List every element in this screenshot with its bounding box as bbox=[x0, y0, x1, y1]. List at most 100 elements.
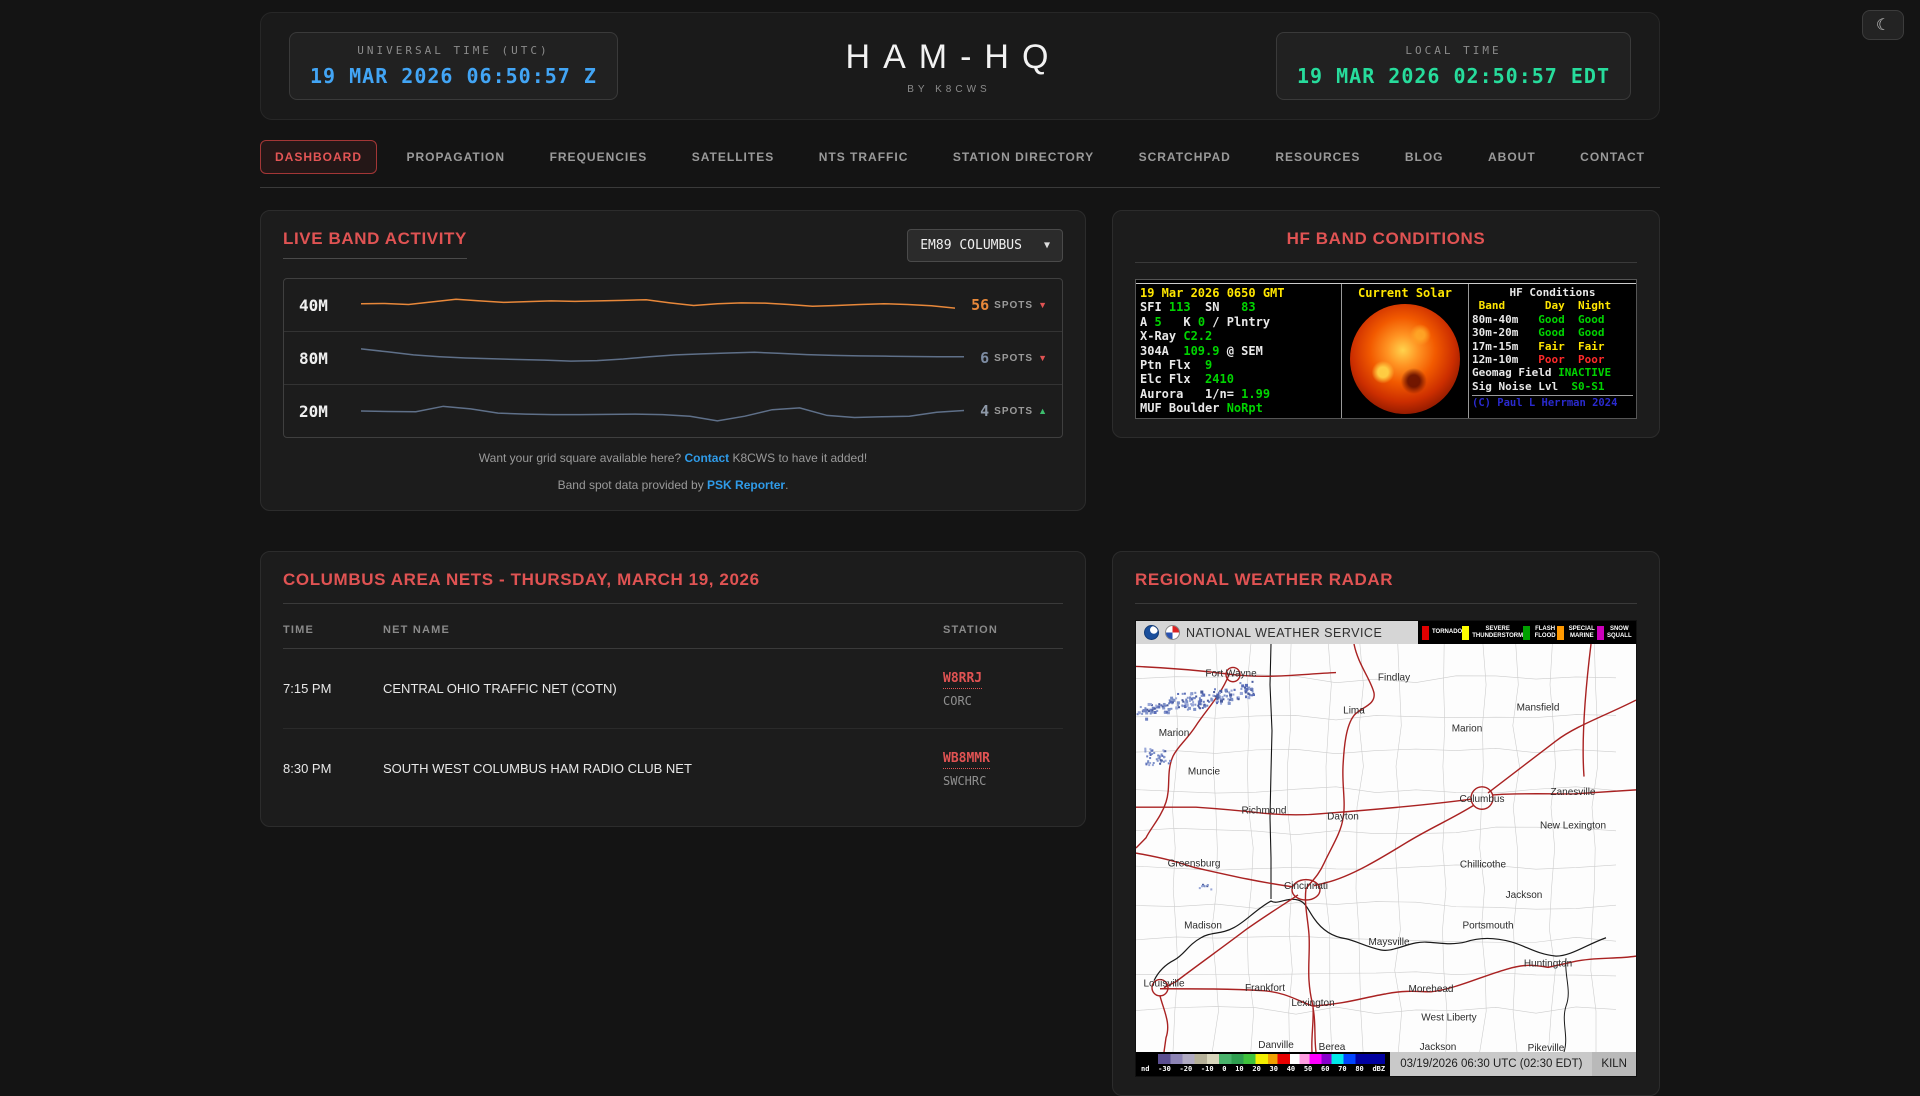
nws-agency-name: NATIONAL WEATHER SERVICE bbox=[1186, 625, 1383, 640]
band-spot-unit: SPOTS bbox=[994, 405, 1034, 417]
hf-band-conditions-panel: HF BAND CONDITIONS 19 Mar 2026 0650 GMT S… bbox=[1112, 210, 1660, 438]
sun-image bbox=[1350, 304, 1460, 415]
band-spot-unit: SPOTS bbox=[994, 299, 1034, 311]
radar-city-label: Marion bbox=[1159, 728, 1190, 739]
hf-conditions-column: HF Conditions Band Day Night 80m-40m Good… bbox=[1469, 284, 1636, 418]
utc-clock-label: UNIVERSAL TIME (UTC) bbox=[357, 44, 550, 57]
band-trend-icon: ▼ bbox=[1038, 353, 1047, 363]
nets-rows: 7:15 PM CENTRAL OHIO TRAFFIC NET (COTN) … bbox=[283, 648, 1063, 809]
nav-item-dashboard[interactable]: DASHBOARD bbox=[260, 140, 377, 174]
nav-item-station-directory[interactable]: STATION DIRECTORY bbox=[938, 140, 1109, 174]
utc-clock: UNIVERSAL TIME (UTC) 19 MAR 2026 06:50:5… bbox=[289, 32, 618, 100]
radar-city-label: Lima bbox=[1343, 705, 1365, 716]
nav-item-scratchpad[interactable]: SCRATCHPAD bbox=[1124, 140, 1246, 174]
nets-col-station: STATION bbox=[943, 608, 1063, 649]
radar-city-label: Berea bbox=[1319, 1042, 1346, 1052]
local-clock: LOCAL TIME 19 MAR 2026 02:50:57 EDT bbox=[1276, 32, 1631, 100]
net-callsign-link[interactable]: WB8MMR bbox=[943, 751, 990, 769]
radar-city-label: Zanesville bbox=[1550, 787, 1595, 798]
band-trend-icon: ▼ bbox=[1038, 300, 1047, 310]
band-row: 40M 56 SPOTS ▼ bbox=[284, 279, 1062, 331]
band-sparkline bbox=[361, 396, 964, 426]
nav-item-about[interactable]: ABOUT bbox=[1473, 140, 1551, 174]
radar-warning-legend: TORNADO SEVERE THUNDERSTORM FLASH FLOOD … bbox=[1418, 621, 1636, 644]
radar-city-label: Madison bbox=[1184, 921, 1222, 932]
band-label: 80M bbox=[299, 348, 328, 368]
band-label: 40M bbox=[299, 295, 328, 315]
net-name: SOUTH WEST COLUMBUS HAM RADIO CLUB NET bbox=[383, 761, 692, 776]
current-solar-column: Current Solar bbox=[1341, 284, 1469, 418]
legend-label: SNOW SQUALL bbox=[1606, 625, 1632, 639]
radar-city-label: Maysville bbox=[1368, 937, 1409, 948]
divider bbox=[1135, 262, 1637, 263]
radar-city-label: Danville bbox=[1258, 1040, 1294, 1051]
radar-city-label: Chillicothe bbox=[1460, 859, 1506, 870]
radar-city-label: West Liberty bbox=[1421, 1012, 1477, 1023]
band-sparkline bbox=[361, 290, 955, 320]
legend-label: TORNADO bbox=[1432, 629, 1463, 636]
radar-city-label: Fort Wayne bbox=[1205, 669, 1257, 680]
nav-item-blog[interactable]: BLOG bbox=[1390, 140, 1459, 174]
nav-item-propagation[interactable]: PROPAGATION bbox=[392, 140, 521, 174]
psk-reporter-link[interactable]: PSK Reporter bbox=[707, 478, 785, 492]
legend-swatch bbox=[1557, 625, 1565, 640]
legend-label: FLASH FLOOD bbox=[1534, 625, 1556, 639]
radar-city-label: Muncie bbox=[1188, 766, 1221, 777]
net-callsign-link[interactable]: W8RRJ bbox=[943, 671, 983, 689]
grid-square-select[interactable]: EM89 COLUMBUS ▼ bbox=[907, 229, 1063, 262]
radar-city-label: Cincinnati bbox=[1284, 881, 1328, 892]
contact-link[interactable]: Contact bbox=[684, 451, 729, 465]
band-spot-count: 56 bbox=[971, 296, 990, 314]
band-spot-unit: SPOTS bbox=[994, 352, 1034, 364]
radar-city-label: Louisville bbox=[1143, 979, 1184, 990]
utc-clock-value: 19 MAR 2026 06:50:57 Z bbox=[310, 64, 597, 88]
page-subtitle: BY K8CWS bbox=[907, 83, 991, 95]
net-name: CENTRAL OHIO TRAFFIC NET (COTN) bbox=[383, 648, 943, 729]
radar-legend-item: TORNADO bbox=[1422, 625, 1463, 640]
band-row: 20M 4 SPOTS ▲ bbox=[284, 384, 1062, 437]
local-clock-label: LOCAL TIME bbox=[1405, 44, 1502, 57]
legend-swatch bbox=[1523, 625, 1531, 640]
radar-city-label: Findlay bbox=[1378, 673, 1411, 684]
nav-item-frequencies[interactable]: FREQUENCIES bbox=[535, 140, 663, 174]
radar-city-label: Columbus bbox=[1459, 794, 1504, 805]
divider bbox=[1135, 603, 1637, 604]
band-activity-footer: Want your grid square available here? Co… bbox=[478, 451, 868, 492]
page-container: UNIVERSAL TIME (UTC) 19 MAR 2026 06:50:5… bbox=[260, 0, 1660, 1096]
radar-city-label: Jackson bbox=[1506, 890, 1543, 901]
main-grid: LIVE BAND ACTIVITY EM89 COLUMBUS ▼ 40M 5… bbox=[260, 210, 1660, 1096]
area-nets-panel: COLUMBUS AREA NETS - THURSDAY, MARCH 19,… bbox=[260, 551, 1086, 827]
net-org: CORC bbox=[943, 694, 972, 708]
radar-legend-item: FLASH FLOOD bbox=[1523, 625, 1557, 640]
chevron-down-icon: ▼ bbox=[1043, 240, 1050, 251]
band-activity-title: LIVE BAND ACTIVITY bbox=[283, 229, 467, 259]
reflectivity-colorbar bbox=[1141, 1054, 1386, 1064]
solar-terrestrial-banner[interactable]: 19 Mar 2026 0650 GMT SFI 113 SN 83 A 5 K 0… bbox=[1135, 279, 1637, 419]
radar-title: REGIONAL WEATHER RADAR bbox=[1135, 570, 1394, 589]
live-band-activity-panel: LIVE BAND ACTIVITY EM89 COLUMBUS ▼ 40M 5… bbox=[260, 210, 1086, 511]
solar-data-column: 19 Mar 2026 0650 GMT SFI 113 SN 83 A 5 K 0… bbox=[1140, 286, 1285, 416]
divider bbox=[283, 603, 1063, 604]
brand: HAM-HQ BY K8CWS bbox=[833, 38, 1062, 95]
radar-station-id: KILN bbox=[1592, 1052, 1636, 1076]
radar-city-label: Morehead bbox=[1408, 984, 1453, 995]
nav-item-satellites[interactable]: SATELLITES bbox=[677, 140, 789, 174]
radar-map: Fort Wayne Findlay Mansfield Lima Marion Mari… bbox=[1136, 644, 1636, 1052]
radar-city-label: Portsmouth bbox=[1462, 921, 1513, 932]
radar-city-label: Dayton bbox=[1327, 811, 1359, 822]
nav-item-resources[interactable]: RESOURCES bbox=[1260, 140, 1375, 174]
radar-city-label: Jackson bbox=[1420, 1042, 1457, 1052]
theme-toggle-button[interactable]: ☾ bbox=[1862, 10, 1904, 40]
nav-item-nts-traffic[interactable]: NTS TRAFFIC bbox=[804, 140, 924, 174]
hf-conditions-title: HF BAND CONDITIONS bbox=[1286, 229, 1486, 248]
local-clock-value: 19 MAR 2026 02:50:57 EDT bbox=[1297, 64, 1610, 88]
nav-item-contact[interactable]: CONTACT bbox=[1565, 140, 1660, 174]
moon-icon: ☾ bbox=[1875, 17, 1891, 34]
page-title: HAM-HQ bbox=[845, 37, 1062, 76]
nws-brand-bar: NATIONAL WEATHER SERVICE bbox=[1136, 621, 1418, 644]
weather-radar-panel: REGIONAL WEATHER RADAR NATIONAL WEATHER … bbox=[1112, 551, 1660, 1096]
radar-city-label: Greensburg bbox=[1168, 858, 1221, 869]
band-trend-icon: ▲ bbox=[1038, 406, 1047, 416]
radar-legend-item: SNOW SQUALL bbox=[1596, 625, 1632, 640]
radar-timestamp: 03/19/2026 06:30 UTC (02:30 EDT) bbox=[1390, 1052, 1593, 1076]
